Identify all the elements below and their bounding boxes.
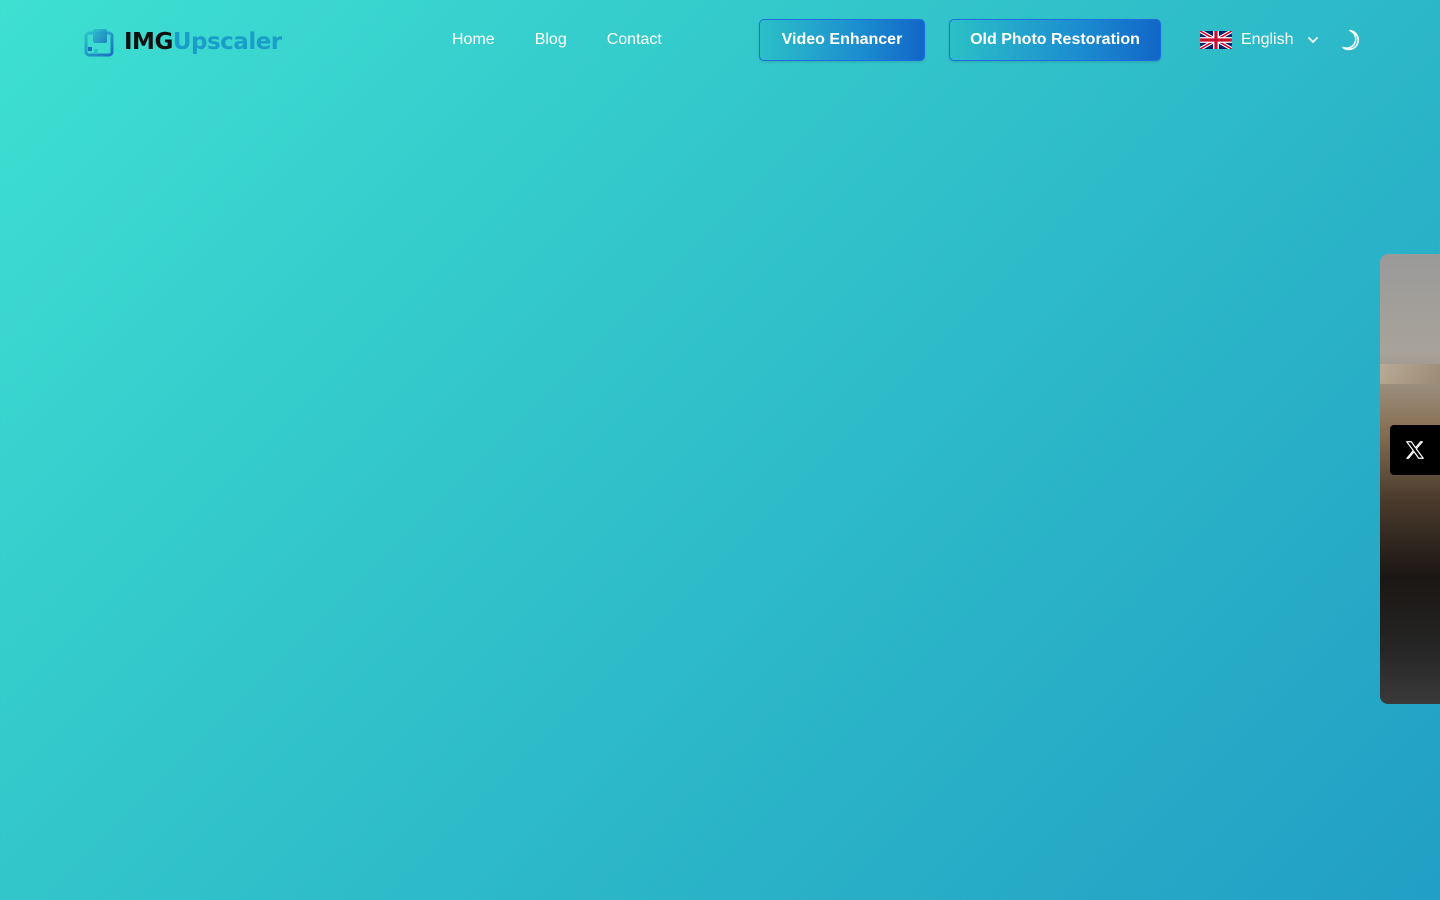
nav-contact-link[interactable]: Contact [607,30,662,50]
language-label: English [1241,31,1294,48]
site-header: IMGUpscaler Home Blog Contact Video Enha… [0,0,1440,80]
video-enhancer-button[interactable]: Video Enhancer [759,19,925,61]
brand-name: IMGUpscaler [124,26,282,58]
moon-icon[interactable] [1339,28,1363,52]
nav-home-link[interactable]: Home [452,30,495,50]
x-twitter-icon [1406,441,1424,459]
main-nav: Home Blog Contact [452,30,662,50]
site-logo[interactable]: IMGUpscaler [84,26,282,58]
x-share-button[interactable] [1390,425,1440,475]
brand-name-part2: Upscaler [172,29,282,55]
hero-preview-image [1380,254,1440,704]
brand-name-part1: IMG [124,29,173,55]
chevron-down-icon [1308,37,1319,43]
uk-flag-icon [1200,31,1232,49]
image-frame-icon [84,29,114,57]
nav-blog-link[interactable]: Blog [535,30,567,50]
language-selector[interactable]: English [1200,28,1319,52]
preview-image-detail [1380,364,1440,384]
old-photo-restoration-button[interactable]: Old Photo Restoration [949,19,1161,61]
